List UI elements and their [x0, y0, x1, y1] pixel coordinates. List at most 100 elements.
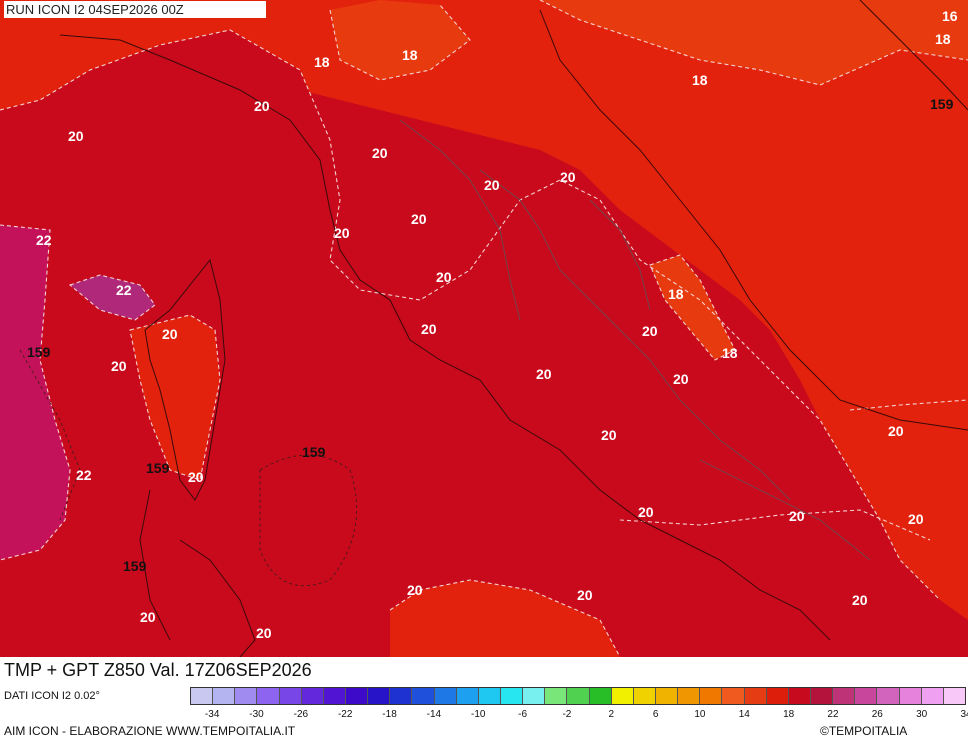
temp-label: 18: [314, 54, 330, 70]
scale-swatch: [788, 688, 811, 704]
scale-swatch: [434, 688, 457, 704]
temp-label: 20: [908, 511, 924, 527]
temp-label: 20: [601, 427, 617, 443]
scale-tick-label: 18: [783, 709, 795, 720]
temp-label: 20: [642, 323, 658, 339]
scale-swatch: [855, 688, 878, 704]
temp-label: 18: [935, 31, 951, 47]
scale-swatch: [279, 688, 302, 704]
temp-label: 20: [256, 625, 272, 641]
scale-tick-label: 6: [652, 709, 659, 720]
color-scale-bar: [190, 687, 966, 705]
temp-label: 20: [411, 211, 427, 227]
scale-tick-label: 30: [916, 709, 928, 720]
run-label: RUN ICON I2 04SEP2026 00Z: [4, 1, 266, 18]
scale-tick-label: -26: [293, 709, 309, 720]
credit-text: AIM ICON - ELABORAZIONE WWW.TEMPOITALIA.…: [4, 724, 296, 738]
temp-label: 20: [162, 326, 178, 342]
scale-swatch: [567, 688, 590, 704]
scale-tick-label: -10: [470, 709, 486, 720]
scale-swatch: [943, 688, 965, 704]
scale-swatch: [456, 688, 479, 704]
scale-tick-label: -18: [382, 709, 397, 720]
temp-label: 18: [692, 72, 708, 88]
scale-swatch: [545, 688, 568, 704]
temp-label: 18: [668, 286, 684, 302]
scale-swatch: [833, 688, 856, 704]
scale-swatch: [589, 688, 612, 704]
scale-tick-label: 14: [738, 709, 750, 720]
temp-label: 20: [577, 587, 593, 603]
temp-label: 20: [188, 469, 204, 485]
scale-tick-label: -6: [518, 709, 528, 720]
scale-swatch: [766, 688, 789, 704]
gpt-label: 159: [302, 444, 326, 460]
temp-label: 20: [254, 98, 270, 114]
scale-swatch: [345, 688, 369, 704]
scale-tick-label: -22: [337, 709, 353, 720]
temp-label: 20: [436, 269, 452, 285]
temp-label: 20: [536, 366, 552, 382]
scale-swatch: [700, 688, 723, 704]
scale-swatch: [722, 688, 745, 704]
temp-label: 20: [888, 423, 904, 439]
temp-label: 22: [36, 232, 52, 248]
scale-tick-label: -14: [426, 709, 442, 720]
scale-swatch: [390, 688, 413, 704]
temp-label: 18: [722, 345, 738, 361]
scale-swatch: [523, 688, 546, 704]
scale-tick-label: -2: [562, 709, 572, 720]
temp-label: 20: [111, 358, 127, 374]
scale-tick-label: -34: [204, 709, 220, 720]
temp-label: 20: [334, 225, 350, 241]
gpt-label: 159: [146, 460, 170, 476]
footer: DATI ICON I2 0.02° -34 -30 -26 -22 -18 -14 -10…: [0, 684, 968, 745]
gpt-label: 159: [27, 344, 51, 360]
temp-label: 20: [484, 177, 500, 193]
gpt-label: 159: [123, 558, 147, 574]
data-source-label: DATI ICON I2 0.02°: [4, 690, 100, 702]
temp-label: 18: [402, 47, 418, 63]
temp-label: 16: [942, 8, 958, 24]
temp-label: 20: [673, 371, 689, 387]
temp-label: 20: [407, 582, 423, 598]
temperature-map: 16 18 18 18 18 18 18 20 20 20 20 20 20 2…: [0, 0, 968, 657]
scale-tick-label: 2: [608, 709, 615, 720]
scale-swatch: [877, 688, 900, 704]
scale-swatch: [500, 688, 524, 704]
temp-label: 22: [76, 467, 92, 483]
scale-swatch: [478, 688, 501, 704]
color-scale-ticks: -34 -30 -26 -22 -18 -14 -10 -6 -2 2 6 10 14 18 22 26 30 3…: [190, 709, 968, 723]
temp-label: 20: [852, 592, 868, 608]
scale-tick-label: 34: [960, 709, 968, 720]
scale-swatch: [744, 688, 767, 704]
scale-swatch: [323, 688, 346, 704]
scale-swatch: [810, 688, 834, 704]
temp-label: 20: [140, 609, 156, 625]
temp-label: 20: [638, 504, 654, 520]
scale-swatch: [191, 688, 214, 704]
scale-tick-label: 10: [694, 709, 706, 720]
temp-label: 22: [116, 282, 132, 298]
temp-label: 20: [372, 145, 388, 161]
gpt-label: 159: [930, 96, 954, 112]
scale-swatch: [611, 688, 634, 704]
copyright-text: ©TEMPOITALIA: [820, 724, 908, 738]
scale-swatch: [633, 688, 656, 704]
scale-swatch: [655, 688, 679, 704]
scale-swatch: [921, 688, 944, 704]
weather-map-view: 16 18 18 18 18 18 18 20 20 20 20 20 20 2…: [0, 0, 968, 745]
scale-swatch: [412, 688, 435, 704]
temp-label: 20: [789, 508, 805, 524]
temp-label: 20: [421, 321, 437, 337]
scale-swatch: [235, 688, 258, 704]
scale-tick-label: -30: [249, 709, 264, 720]
scale-swatch: [213, 688, 236, 704]
temp-label: 20: [68, 128, 84, 144]
map-title: TMP + GPT Z850 Val. 17Z06SEP2026: [0, 657, 417, 684]
temp-label: 20: [560, 169, 576, 185]
scale-tick-label: 26: [871, 709, 883, 720]
scale-swatch: [368, 688, 391, 704]
scale-swatch: [899, 688, 922, 704]
scale-swatch: [301, 688, 324, 704]
